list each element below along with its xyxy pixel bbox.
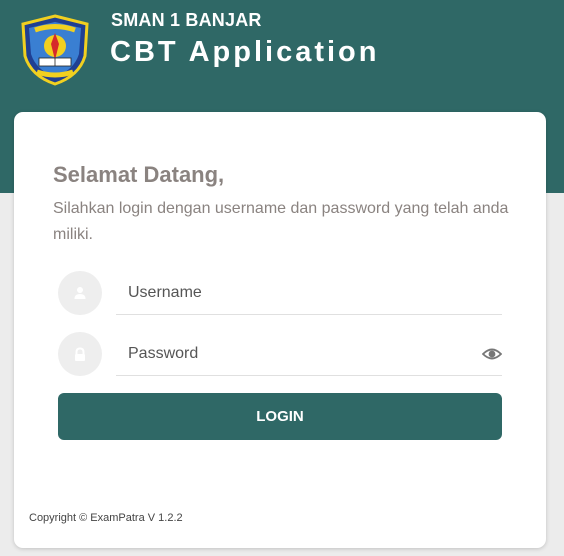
lock-icon [58,332,102,376]
login-instruction: Silahkan login dengan username dan passw… [53,200,509,243]
password-input[interactable] [116,332,502,376]
eye-icon[interactable] [482,346,502,362]
password-row [58,332,502,378]
greeting-heading: Selamat Datang, [53,162,225,187]
username-input[interactable] [116,271,502,315]
school-emblem-icon [21,14,89,86]
user-icon [58,271,102,315]
copyright-text: Copyright © ExamPatra V 1.2.2 [29,512,183,524]
login-button[interactable]: LOGIN [58,393,502,440]
school-name: SMAN 1 BANJAR [111,10,262,30]
login-card: Selamat Datang, Silahkan login dengan us… [14,112,546,548]
username-row [58,271,502,317]
app-title: CBT Application [110,36,380,68]
